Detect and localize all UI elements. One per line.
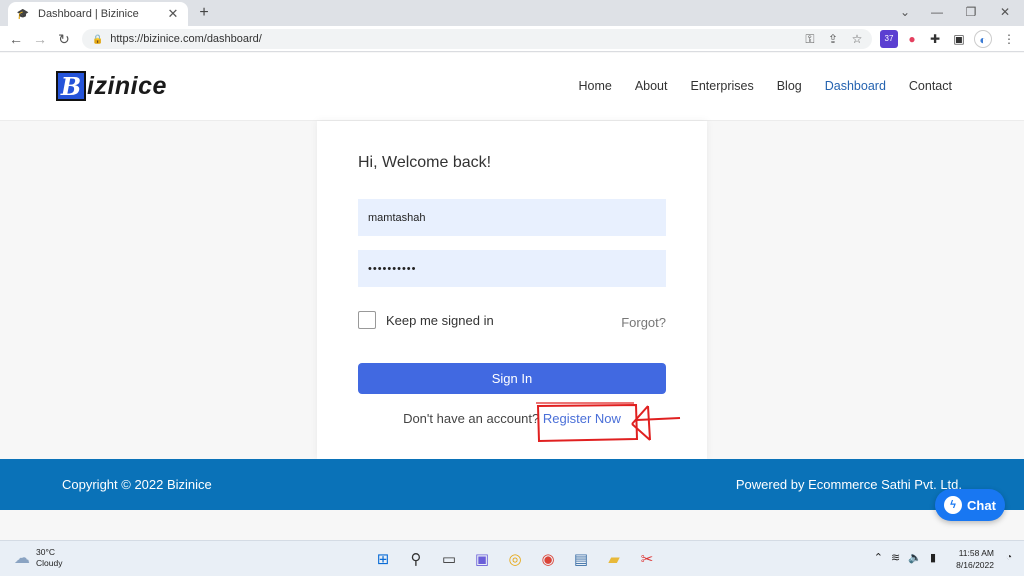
snipping-tool-icon[interactable]: ✂ [634,546,660,572]
profile-avatar[interactable]: ◐ [974,30,992,48]
nav-dashboard[interactable]: Dashboard [825,79,886,93]
nav-home[interactable]: Home [578,79,611,93]
nav-enterprises[interactable]: Enterprises [690,79,753,93]
main-nav: Home About Enterprises Blog Dashboard Co… [555,79,952,93]
browser-tab[interactable]: 🎓 Dashboard | Bizinice ✕ [8,2,188,26]
lock-icon: 🔒 [92,33,104,44]
nav-blog[interactable]: Blog [777,79,802,93]
site-favicon-icon: 🎓 [16,8,30,20]
new-tab-button[interactable]: + [194,3,214,23]
tab-title: Dashboard | Bizinice [38,8,139,20]
sign-in-button[interactable]: Sign In [358,363,666,394]
welcome-heading: Hi, Welcome back! [358,154,492,171]
system-tray: ⌃ ≋ 🔈 ▮ [866,551,936,564]
wifi-icon[interactable]: ≋ [891,551,900,564]
temperature: 30°C [36,547,55,557]
remember-label: Keep me signed in [386,312,494,328]
weather-condition: Cloudy [36,558,63,568]
forgot-password-link[interactable]: Forgot? [621,315,666,330]
chevron-up-icon[interactable]: ⌃ [874,551,883,564]
url-text: https://bizinice.com/dashboard/ [110,33,262,45]
forward-arrow-icon[interactable]: → [30,29,50,49]
extensions-puzzle-icon[interactable]: ✚ [926,30,944,48]
app-ring-icon[interactable]: ◎ [502,546,528,572]
task-view-icon[interactable]: ▭ [436,546,462,572]
clock[interactable]: 11:58 AM 8/16/2022 [956,547,994,571]
browser-toolbar: ← → ↻ 🔒 https://bizinice.com/dashboard/ … [0,26,1024,52]
extension-badge-icon[interactable]: 37 [880,30,898,48]
notification-icon[interactable]: ◔ [1006,552,1012,563]
back-arrow-icon[interactable]: ← [6,29,26,49]
share-icon[interactable]: ⇪ [824,30,842,48]
close-window-button[interactable]: ✕ [988,0,1022,26]
teams-chat-icon[interactable]: ▣ [469,546,495,572]
menu-dots-icon[interactable]: ⋮ [1000,30,1018,48]
bizinice-logo[interactable]: B izinice [56,69,167,103]
register-now-link[interactable]: Register Now [543,411,621,426]
taskbar-apps: ⊞ ⚲ ▭ ▣ ◎ ◉ ▤ ▰ ✂ [370,546,667,572]
battery-icon[interactable]: ▮ [930,551,936,564]
nav-about[interactable]: About [635,79,668,93]
clock-time: 11:58 AM [958,548,994,558]
key-icon[interactable]: ⚿ [801,30,819,48]
messenger-icon: ϟ [944,496,963,514]
username-field[interactable] [358,199,666,236]
weather-widget[interactable]: ☁ 30°C Cloudy [14,547,62,569]
windows-taskbar: ☁ 30°C Cloudy ⊞ ⚲ ▭ ▣ ◎ ◉ ▤ ▰ ✂ ⌃ ≋ 🔈 ▮ … [0,540,1024,576]
login-card: Hi, Welcome back! Keep me signed in Forg… [317,121,707,459]
reload-icon[interactable]: ↻ [54,29,74,49]
cloud-icon: ☁ [14,550,30,567]
no-account-text: Don't have an account? [403,411,540,426]
register-prompt: Don't have an account? Register Now [317,411,707,426]
restore-button[interactable]: ❐ [954,0,988,26]
notepad-icon[interactable]: ▤ [568,546,594,572]
logo-letter: B [56,71,86,101]
logo-text: izinice [87,71,167,100]
powered-by-text: Powered by Ecommerce Sathi Pvt. Ltd. [735,477,962,492]
search-icon[interactable]: ⚲ [403,546,429,572]
minimize-button[interactable]: — [920,0,954,26]
copyright-text: Copyright © 2022 Bizinice [62,477,212,492]
chrome-icon[interactable]: ◉ [535,546,561,572]
site-header: B izinice Home About Enterprises Blog Da… [0,53,1024,121]
color-extension-icon[interactable]: ● [903,30,921,48]
bookmark-star-icon[interactable]: ☆ [848,30,866,48]
address-bar[interactable]: 🔒 https://bizinice.com/dashboard/ [82,29,872,49]
password-field[interactable] [358,250,666,287]
remember-me[interactable]: Keep me signed in [358,311,494,329]
file-explorer-icon[interactable]: ▰ [601,546,627,572]
tab-search-icon[interactable]: ⌄ [888,0,922,26]
volume-icon[interactable]: 🔈 [908,551,922,564]
nav-contact[interactable]: Contact [909,79,952,93]
site-footer: Copyright © 2022 Bizinice Powered by Eco… [0,459,1024,510]
clock-date: 8/16/2022 [956,560,994,570]
windows-start-icon[interactable]: ⊞ [370,546,396,572]
side-panel-icon[interactable]: ▣ [950,30,968,48]
tab-close-icon[interactable]: ✕ [166,6,180,22]
remember-checkbox[interactable] [358,311,376,329]
chat-label: Chat [967,497,996,513]
browser-tabstrip: 🎓 Dashboard | Bizinice ✕ + ⌄ — ❐ ✕ [0,0,1024,26]
chat-button[interactable]: ϟ Chat [935,489,1005,521]
